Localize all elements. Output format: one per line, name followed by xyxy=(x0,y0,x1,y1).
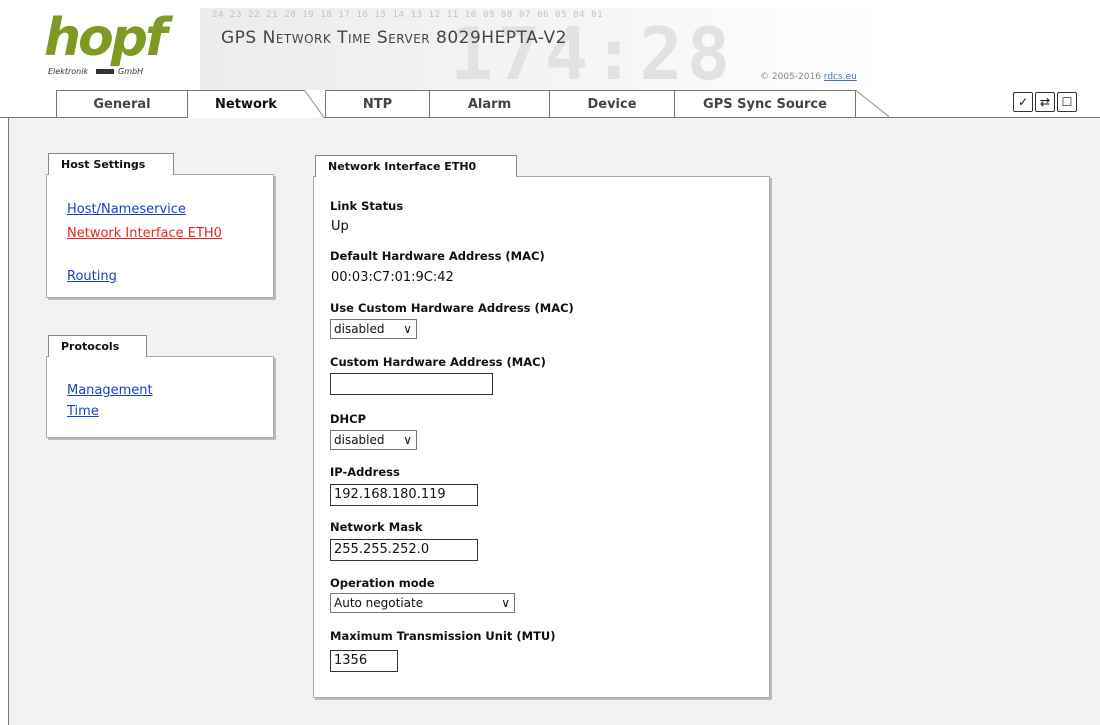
tab-general[interactable]: General xyxy=(56,90,188,117)
tab-edge xyxy=(855,90,889,117)
tab-alarm[interactable]: Alarm xyxy=(429,90,550,117)
dhcp-label: DHCP xyxy=(330,412,367,426)
operation-mode-label: Operation mode xyxy=(330,576,435,590)
tab-gps-sync-source[interactable]: GPS Sync Source xyxy=(674,90,856,117)
network-mask-input[interactable]: 255.255.252.0 xyxy=(330,539,478,561)
use-custom-mac-label: Use Custom Hardware Address (MAC) xyxy=(330,301,574,315)
dhcp-value: disabled xyxy=(334,433,385,447)
check-icon[interactable]: ✓ xyxy=(1013,92,1033,112)
nav-network-interface-eth0[interactable]: Network Interface ETH0 xyxy=(67,225,227,242)
tab-network[interactable]: Network xyxy=(187,90,324,118)
use-custom-mac-select[interactable]: disabled ∨ xyxy=(330,319,417,339)
refresh-icon[interactable]: ⇄ xyxy=(1035,92,1055,112)
copyright-link[interactable]: rdcs.eu xyxy=(824,72,857,82)
logo-subtitle-right: GmbH xyxy=(118,67,144,76)
default-mac-label: Default Hardware Address (MAC) xyxy=(330,249,545,263)
tab-ntp[interactable]: NTP xyxy=(325,90,430,117)
link-status-label: Link Status xyxy=(330,199,404,213)
header-digit-strip: 24 23 22 21 20 19 18 17 16 15 14 13 12 1… xyxy=(212,10,604,20)
mtu-label: Maximum Transmission Unit (MTU) xyxy=(330,629,556,643)
operation-mode-value: Auto negotiate xyxy=(334,596,424,610)
copyright: © 2005-2016 rdcs.eu xyxy=(760,72,857,82)
use-custom-mac-value: disabled xyxy=(334,322,385,336)
copyright-text: © 2005-2016 xyxy=(760,72,821,82)
chevron-down-icon: ∨ xyxy=(501,596,510,610)
chevron-down-icon: ∨ xyxy=(403,433,412,447)
app-title: GPS Network Time Server 8029HEPTA-V2 xyxy=(221,28,567,48)
hopf-logo: hopf xyxy=(44,8,168,68)
network-mask-label: Network Mask xyxy=(330,520,423,534)
logo-subtitle-left: Elektronik xyxy=(48,67,89,76)
toolbar-icons: ✓ ⇄ ☐ xyxy=(1013,92,1077,114)
logo-bar xyxy=(96,69,114,74)
mtu-input[interactable]: 1356 xyxy=(330,650,398,672)
host-settings-title: Host Settings xyxy=(48,153,174,175)
chevron-down-icon: ∨ xyxy=(403,322,412,336)
header: 174:28 24 23 22 21 20 19 18 17 16 15 14 … xyxy=(0,0,1100,90)
nav-time[interactable]: Time xyxy=(67,403,99,420)
window-icon[interactable]: ☐ xyxy=(1057,92,1077,112)
custom-mac-input[interactable] xyxy=(330,373,493,395)
app-title-text: GPS Network Time Server 8029HEPTA-V2 xyxy=(221,28,567,48)
nav-management[interactable]: Management xyxy=(67,382,153,399)
link-status-value: Up xyxy=(331,219,349,234)
dhcp-select[interactable]: disabled ∨ xyxy=(330,430,417,450)
tab-device[interactable]: Device xyxy=(549,90,675,117)
protocols-title: Protocols xyxy=(48,335,147,357)
default-mac-value: 00:03:C7:01:9C:42 xyxy=(331,270,454,285)
custom-mac-label: Custom Hardware Address (MAC) xyxy=(330,355,546,369)
ip-address-label: IP-Address xyxy=(330,465,400,479)
nav-host-nameservice[interactable]: Host/Nameservice xyxy=(67,201,186,218)
ip-address-input[interactable]: 192.168.180.119 xyxy=(330,484,478,506)
operation-mode-select[interactable]: Auto negotiate ∨ xyxy=(330,593,515,613)
nav-routing[interactable]: Routing xyxy=(67,268,117,285)
network-interface-title: Network Interface ETH0 xyxy=(315,155,517,177)
